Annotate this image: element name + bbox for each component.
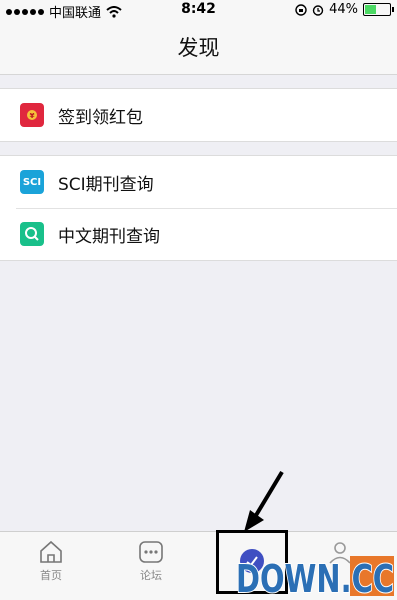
sci-icon: SCI [20,170,44,194]
tab-home[interactable]: 首页 [21,540,81,583]
list-item-label: SCI期刊查询 [58,174,154,195]
svg-text:¥: ¥ [30,112,35,120]
lock-rotation-icon [295,3,307,16]
tab-label: 首页 [40,569,62,582]
tab-forum[interactable]: 论坛 [121,540,181,583]
page-title: 发现 [177,36,220,60]
alarm-icon [312,4,324,16]
group-red-packet: ¥ 签到领红包 [0,88,397,142]
down-cc-watermark-logo: DOWN.CC [235,556,395,599]
watermark-text: DOWN.CC [236,557,394,599]
status-bar: 中国联通 8:42 44% [0,0,397,21]
list-item-label: 中文期刊查询 [58,226,160,247]
list-item-chinese-journal[interactable]: 中文期刊查询 [0,208,397,260]
tab-label: 论坛 [140,569,162,582]
home-icon [40,540,62,563]
list-item-sci[interactable]: SCI SCI期刊查询 [0,156,397,208]
sci-icon-text: SCI [22,176,42,188]
red-packet-icon: ¥ [20,103,44,127]
chat-icon [139,541,163,563]
battery-percent: 44% [329,2,358,17]
list-item-label: 签到领红包 [58,107,143,128]
battery-icon [363,3,394,16]
navigation-bar: 发现 [0,20,397,75]
search-icon [20,222,44,246]
group-journals: SCI SCI期刊查询 中文期刊查询 [0,155,397,261]
status-right: 44% [295,2,394,17]
list-item-checkin[interactable]: ¥ 签到领红包 [0,89,397,141]
